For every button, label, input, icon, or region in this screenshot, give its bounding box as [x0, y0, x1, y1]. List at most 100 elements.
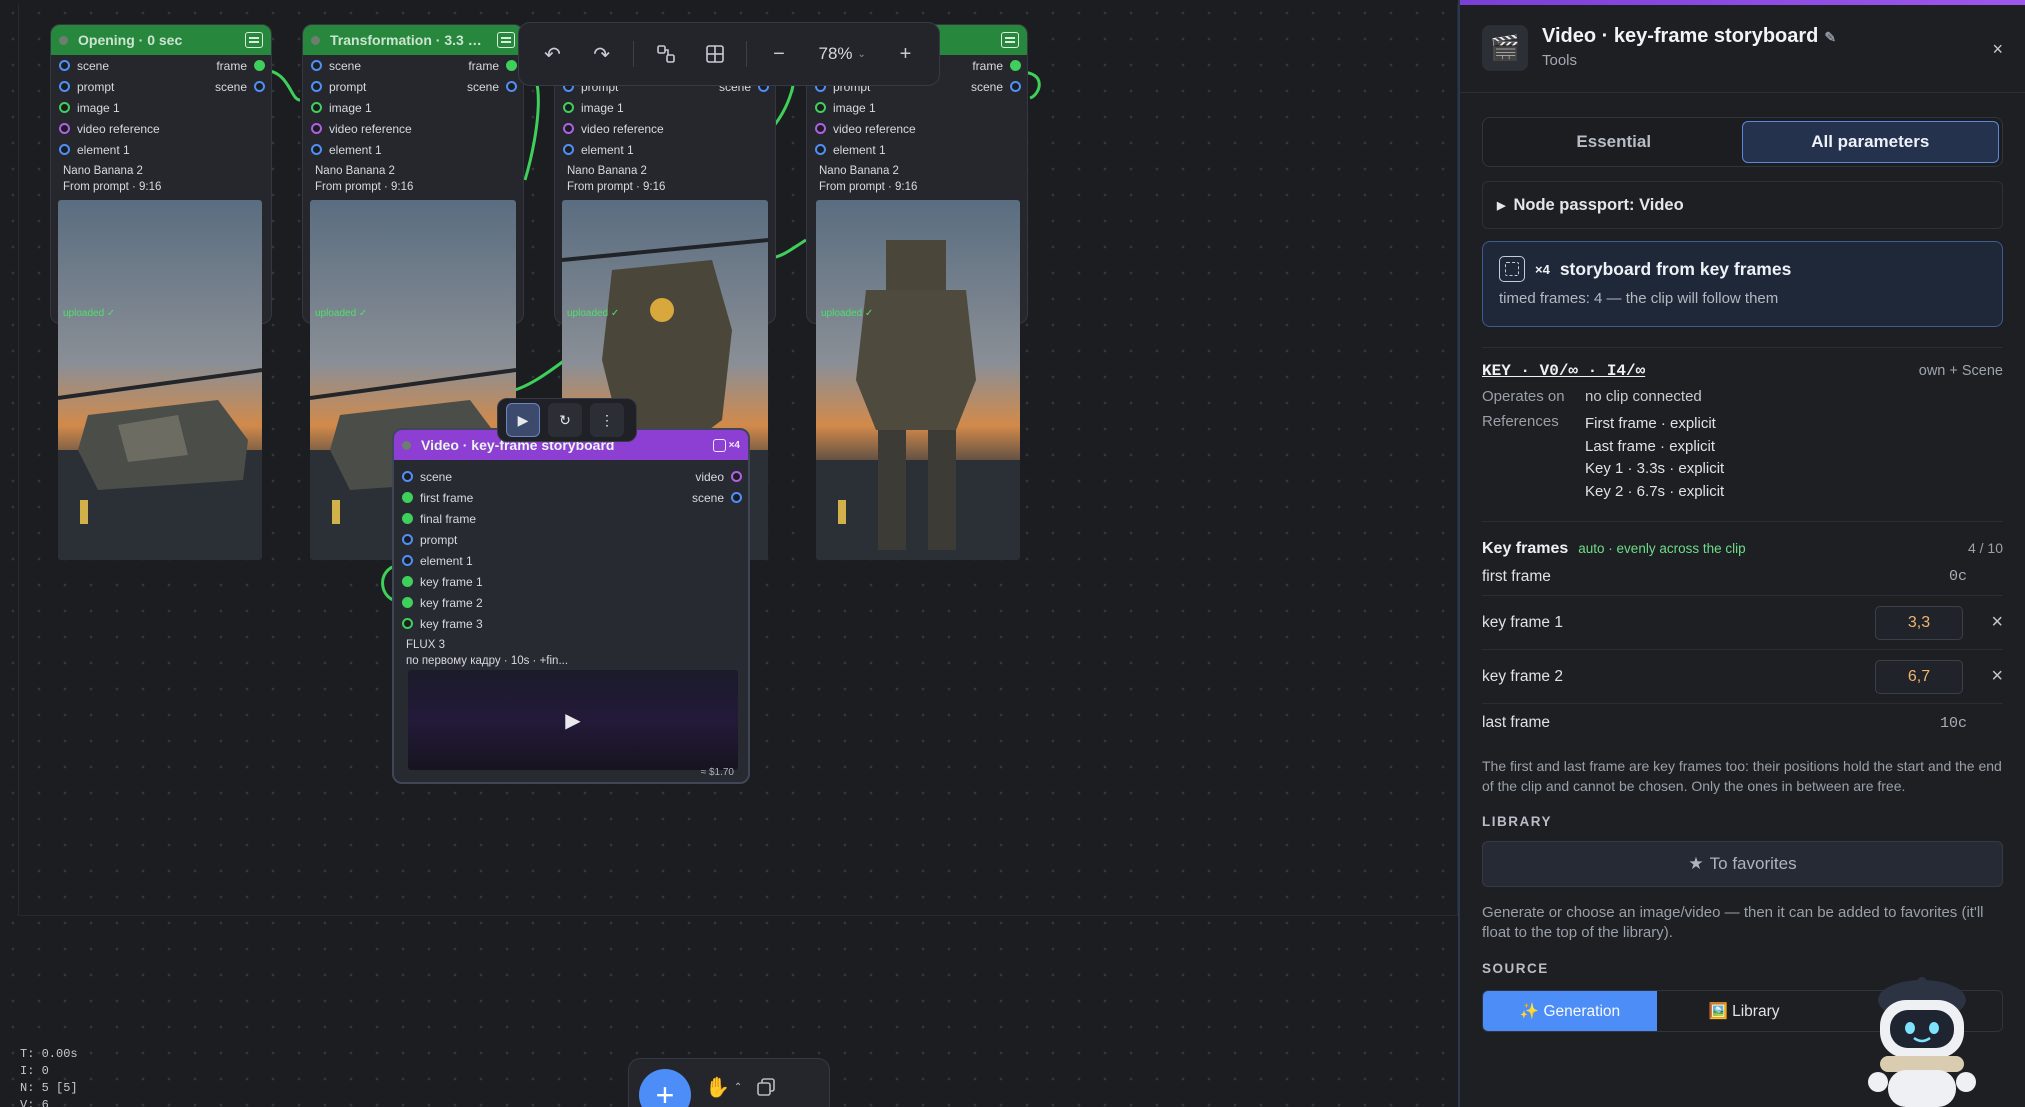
- port-label: element 1: [329, 143, 382, 157]
- zoom-in-button[interactable]: +: [882, 32, 929, 76]
- video-preview[interactable]: ▶: [408, 670, 738, 770]
- last-frame-row: last frame 10c: [1482, 704, 2003, 742]
- add-node-button[interactable]: +: [639, 1069, 691, 1107]
- panel-title-row: Video · key-frame storyboard ✎: [1542, 25, 1836, 48]
- element-input-pin[interactable]: [311, 144, 322, 155]
- remove-key-frame-icon[interactable]: ×: [1963, 611, 2003, 634]
- toolbar-divider: [746, 41, 748, 67]
- last-frame-value: 10c: [1939, 714, 1967, 732]
- undo-button[interactable]: ↶: [529, 32, 576, 76]
- image-input-pin[interactable]: [815, 102, 826, 113]
- model-sub: From prompt · 9:16: [567, 181, 666, 193]
- node-menu-icon[interactable]: [1001, 32, 1019, 48]
- panel-subtitle: Tools: [1542, 52, 1578, 69]
- to-favorites-button[interactable]: ★ To favorites: [1482, 841, 2003, 887]
- port-row: prompt scene: [303, 76, 523, 97]
- key-frames-mode[interactable]: auto · evenly across the clip: [1578, 541, 1745, 556]
- edit-icon[interactable]: ✎: [1824, 29, 1836, 45]
- node-menu-icon[interactable]: [245, 32, 263, 48]
- zoom-out-button[interactable]: −: [755, 32, 802, 76]
- key-frame-3-pin[interactable]: [402, 618, 413, 629]
- close-icon[interactable]: ×: [1992, 39, 2003, 60]
- assistant-mascot[interactable]: [1850, 970, 1990, 1107]
- frame-output-pin[interactable]: [506, 60, 517, 71]
- port-row: prompt: [394, 529, 748, 550]
- scene-output-pin[interactable]: [254, 81, 265, 92]
- video-reference-pin[interactable]: [815, 123, 826, 134]
- prompt-input-pin[interactable]: [59, 81, 70, 92]
- node-passport-toggle[interactable]: ▶ Node passport: Video: [1482, 181, 2003, 229]
- video-reference-pin[interactable]: [311, 123, 322, 134]
- element-input-pin[interactable]: [563, 144, 574, 155]
- more-button[interactable]: ⋮: [590, 403, 624, 437]
- port-row: scene frame: [303, 55, 523, 76]
- mecha-image: [816, 200, 1020, 560]
- node-meta: Nano Banana 2 From prompt · 9:16: [807, 160, 1027, 195]
- element-input-pin[interactable]: [59, 144, 70, 155]
- scene-output-pin[interactable]: [506, 81, 517, 92]
- first-frame-value: 0c: [1948, 568, 1967, 585]
- redo-button[interactable]: ↷: [578, 32, 625, 76]
- run-button[interactable]: ▶: [506, 403, 540, 437]
- storyboard-count: ×4: [1535, 261, 1550, 277]
- port-row: image 1: [555, 97, 775, 118]
- port-label: key frame 1: [420, 575, 483, 589]
- node-menu-icon[interactable]: [497, 32, 515, 48]
- port-label: video reference: [833, 122, 916, 136]
- port-row: key frame 3: [394, 613, 748, 634]
- image-input-pin[interactable]: [563, 102, 574, 113]
- frame-output-pin[interactable]: [254, 60, 265, 71]
- scene-output-pin[interactable]: [1010, 81, 1021, 92]
- scene-output-pin[interactable]: [731, 492, 742, 503]
- key-frame-2-pin[interactable]: [402, 597, 413, 608]
- refresh-button[interactable]: ↻: [548, 403, 582, 437]
- final-frame-pin[interactable]: [402, 513, 413, 524]
- video-reference-pin[interactable]: [563, 123, 574, 134]
- source-generation[interactable]: ✨ Generation: [1483, 991, 1657, 1031]
- video-output-pin[interactable]: [731, 471, 742, 482]
- first-frame-row: first frame 0c: [1482, 558, 2003, 596]
- storyboard-badge: ×4: [712, 438, 740, 452]
- scene-input-pin[interactable]: [59, 60, 70, 71]
- prompt-input-pin[interactable]: [402, 534, 413, 545]
- node-header[interactable]: Transformation · 3.3 s...: [303, 25, 523, 55]
- auto-layout-button[interactable]: [642, 32, 689, 76]
- port-row: scene video: [394, 466, 748, 487]
- tab-essential[interactable]: Essential: [1486, 121, 1742, 163]
- image-preview-helicopter[interactable]: uploaded ✓: [58, 200, 262, 560]
- element-input-pin[interactable]: [402, 555, 413, 566]
- key-frame-2-input[interactable]: 6,7: [1875, 659, 1963, 694]
- source-library[interactable]: 🖼️ Library: [1657, 991, 1831, 1031]
- prompt-input-pin[interactable]: [311, 81, 322, 92]
- zoom-select[interactable]: 78% ⌄: [805, 44, 880, 64]
- element-input-pin[interactable]: [815, 144, 826, 155]
- node-meta: Nano Banana 2 From prompt · 9:16: [51, 160, 271, 195]
- model-sub: по первому кадру · 10s · +fin...: [406, 655, 569, 667]
- scene-input-pin[interactable]: [402, 471, 413, 482]
- scene-input-pin[interactable]: [311, 60, 322, 71]
- node-header[interactable]: Opening · 0 sec: [51, 25, 271, 55]
- image-preview-mecha[interactable]: uploaded ✓: [816, 200, 1020, 560]
- reference-item: Key 1 · 3.3s · explicit: [1585, 460, 1725, 477]
- play-icon[interactable]: ▶: [565, 708, 580, 733]
- first-frame-pin[interactable]: [402, 492, 413, 503]
- image-input-pin[interactable]: [59, 102, 70, 113]
- key-frame-1-pin[interactable]: [402, 576, 413, 587]
- key-frame-1-input[interactable]: 3,3: [1875, 605, 1963, 640]
- image-input-pin[interactable]: [311, 102, 322, 113]
- tab-all-parameters[interactable]: All parameters: [1741, 121, 1999, 163]
- video-storyboard-node[interactable]: Video · key-frame storyboard ×4 scene vid…: [392, 428, 750, 784]
- reference-item: First frame · explicit: [1585, 415, 1716, 432]
- grid-button[interactable]: [691, 32, 738, 76]
- layers-button[interactable]: [756, 1069, 776, 1105]
- port-label: element 1: [581, 143, 634, 157]
- video-reference-pin[interactable]: [59, 123, 70, 134]
- status-dot: [59, 35, 68, 45]
- references-row: References First frame · explicit Last f…: [1482, 413, 2003, 503]
- debug-line: I: 0: [20, 1064, 49, 1078]
- frame-output-pin[interactable]: [1010, 60, 1021, 71]
- node-meta: Nano Banana 2 From prompt · 9:16: [555, 160, 775, 195]
- remove-key-frame-icon[interactable]: ×: [1963, 665, 2003, 688]
- node-canvas[interactable]: Opening · 0 sec scene frame prompt scene i…: [0, 0, 1458, 1107]
- pan-tool-button[interactable]: ✋ ⌃: [705, 1069, 742, 1105]
